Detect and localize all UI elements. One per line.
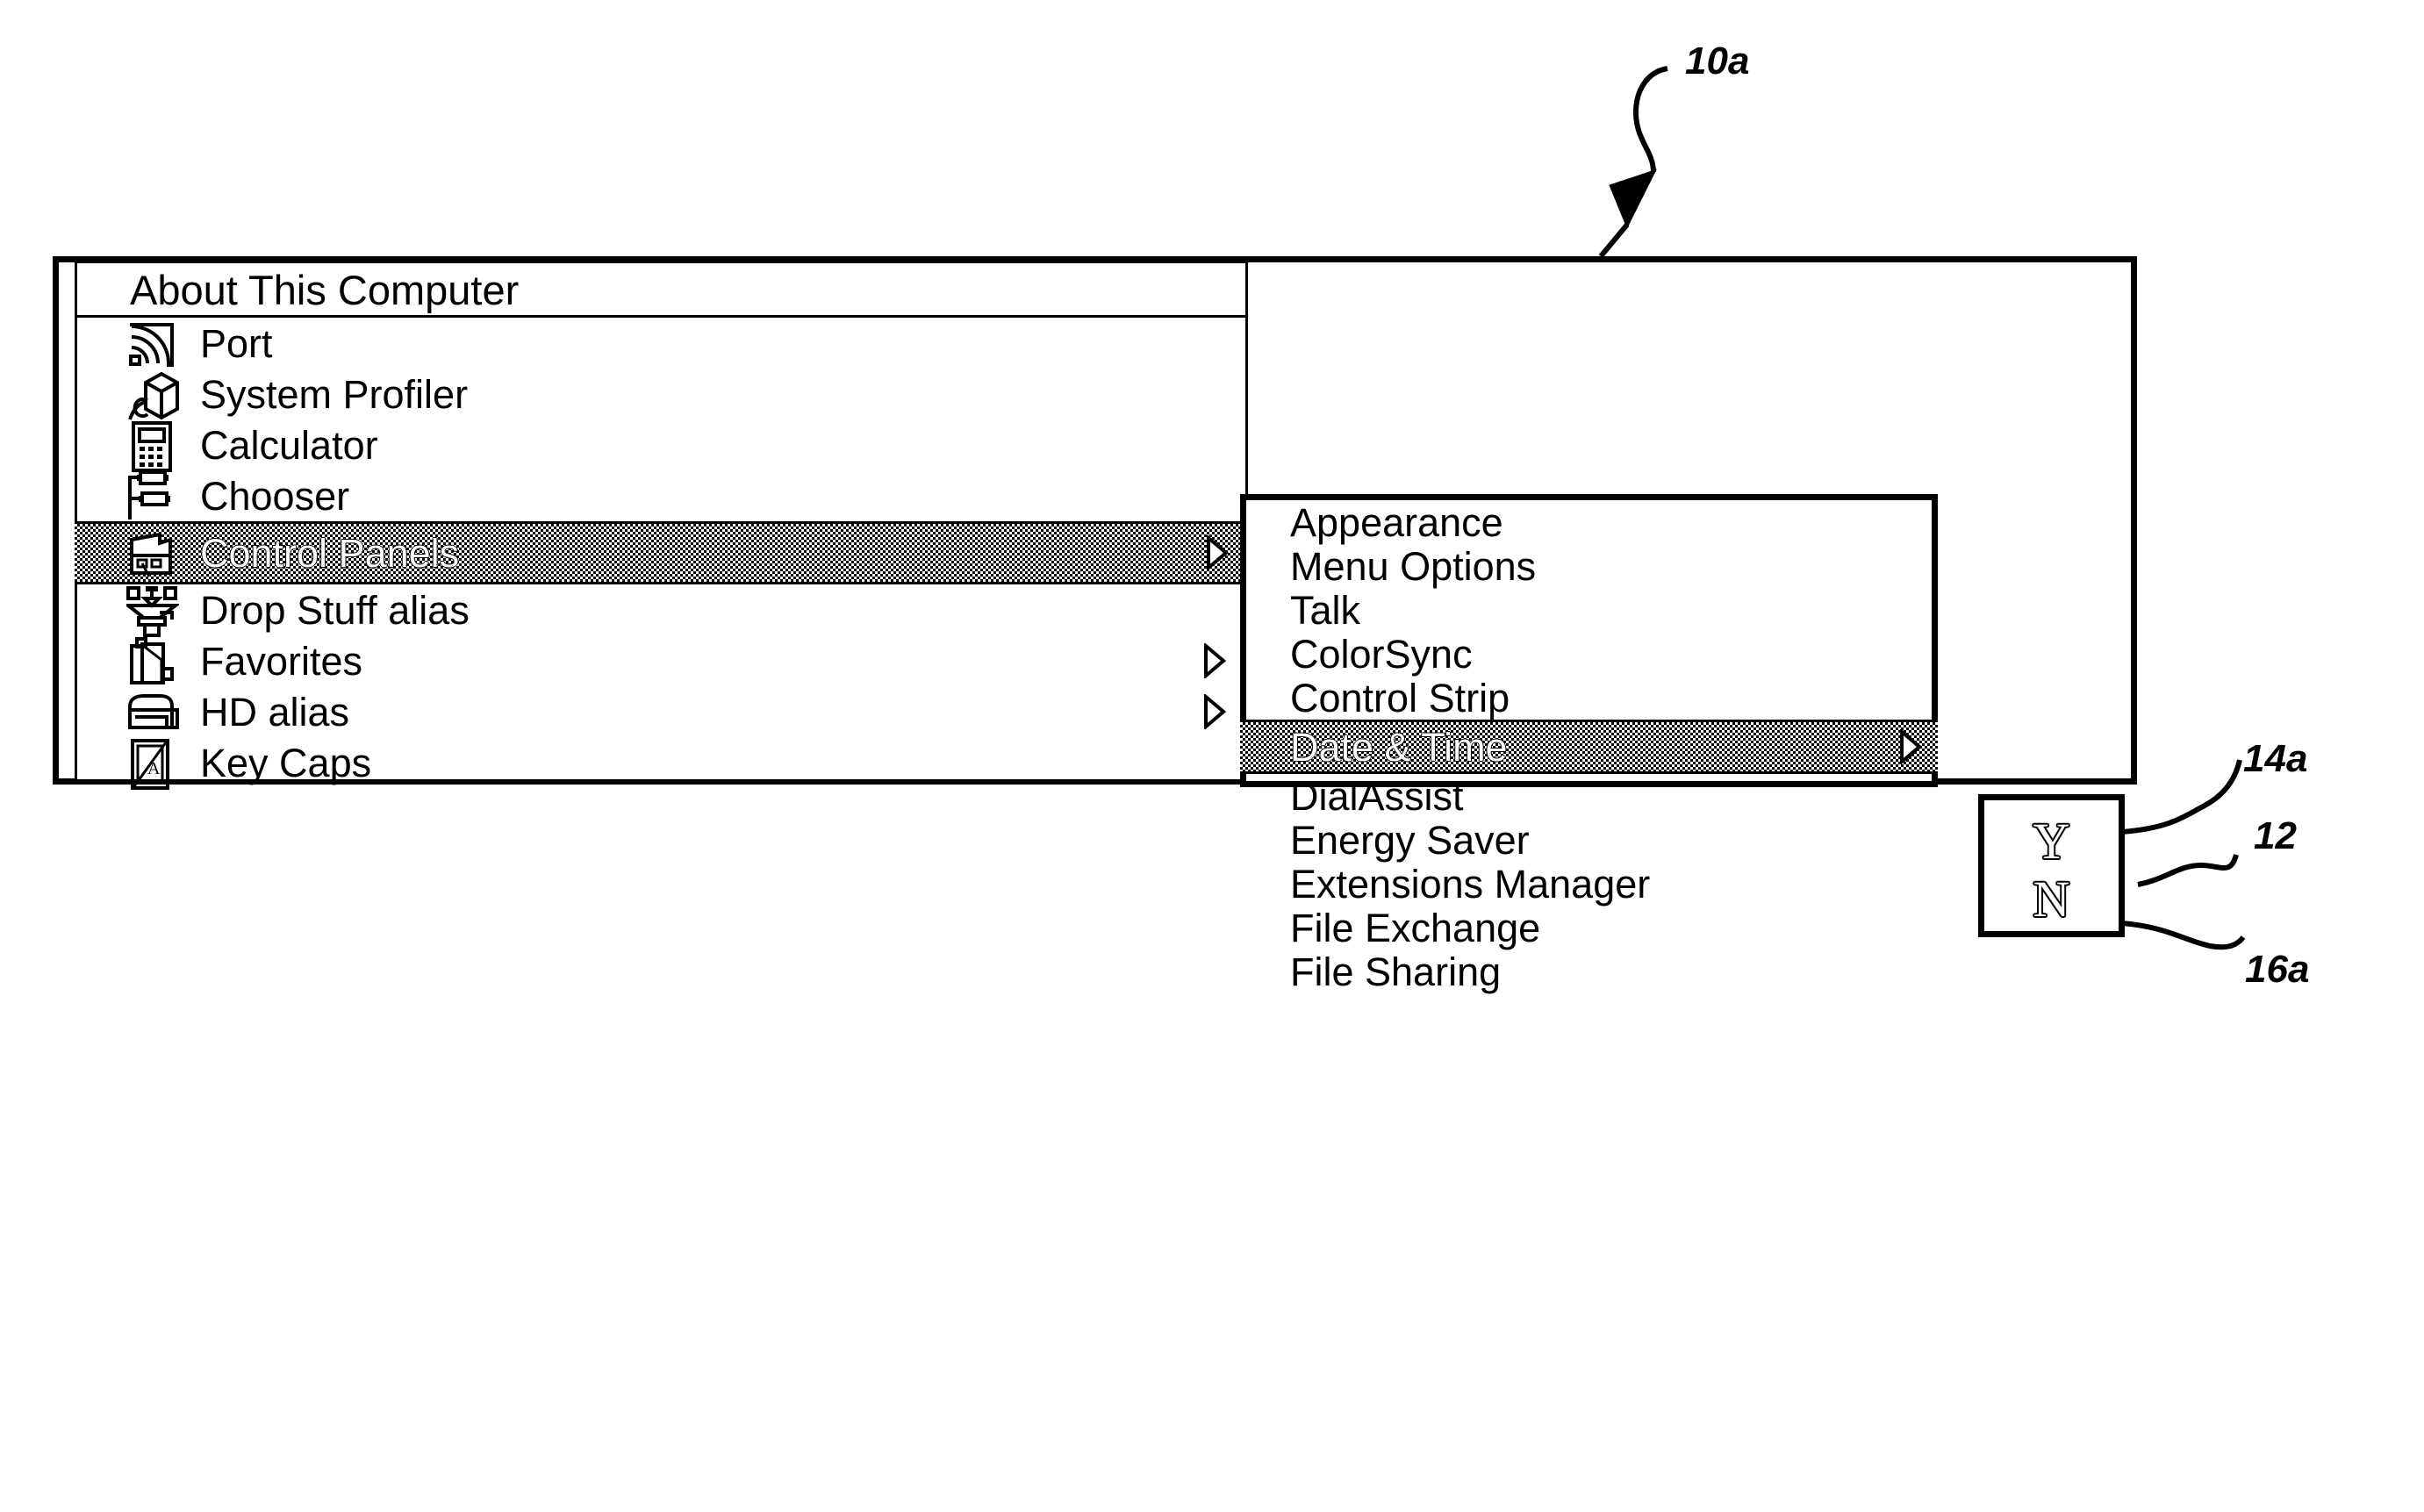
- chooser-icon: [119, 470, 200, 521]
- submenu-item-label: ColorSync: [1290, 631, 1473, 677]
- menu-item-chooser[interactable]: Chooser: [77, 470, 1245, 521]
- submenu-item-label: Talk: [1290, 587, 1361, 633]
- apple-menu-title: About This Computer: [77, 263, 1245, 318]
- menu-item-hd-alias[interactable]: HD alias: [77, 686, 1245, 737]
- menu-item-system-profiler[interactable]: System Profiler: [77, 369, 1245, 420]
- menu-item-label: Drop Stuff alias: [200, 587, 470, 633]
- menu-item-label: Control Panels: [199, 530, 460, 576]
- apple-menu-list: Port System Profiler Calculator Chooser …: [75, 318, 1248, 790]
- submenu-item-energy-saver[interactable]: Energy Saver: [1246, 818, 1932, 862]
- submenu-item-appearance[interactable]: Appearance: [1246, 500, 1932, 544]
- menu-item-label: System Profiler: [200, 371, 469, 417]
- submenu-item-label: Appearance: [1290, 499, 1503, 545]
- menu-item-drop-stuff-alias[interactable]: Drop Stuff alias: [77, 584, 1245, 637]
- favorites-icon: [119, 635, 200, 686]
- svg-text:A: A: [147, 759, 161, 778]
- port-icon: [119, 318, 200, 369]
- system-profiler-icon: [119, 369, 200, 420]
- menu-item-control-panels[interactable]: Control Panels: [75, 521, 1248, 584]
- submenu-arrow-icon: [1203, 694, 1226, 729]
- hd-alias-icon: [119, 686, 200, 737]
- menu-item-port[interactable]: Port: [77, 318, 1245, 369]
- menu-item-label: Port: [200, 320, 273, 366]
- submenu-item-label: Control Strip: [1290, 675, 1510, 720]
- menu-item-label: Calculator: [200, 422, 378, 468]
- calculator-icon: [119, 419, 200, 472]
- submenu-item-label: File Exchange: [1290, 905, 1541, 950]
- menu-item-label: Chooser: [200, 473, 350, 519]
- menu-item-key-caps[interactable]: A Key Caps: [77, 737, 1245, 790]
- yes-no-popup: Y N: [1978, 794, 2125, 937]
- submenu-item-label: Energy Saver: [1290, 817, 1530, 863]
- submenu-item-label: Extensions Manager: [1290, 861, 1651, 906]
- yes-option[interactable]: Y: [1984, 816, 2119, 867]
- menu-item-label: Key Caps: [200, 740, 372, 785]
- ref-label-12: 12: [2254, 814, 2297, 857]
- control-panels-icon: [119, 527, 200, 578]
- menu-item-label: Favorites: [200, 638, 363, 684]
- submenu-item-file-exchange[interactable]: File Exchange: [1246, 906, 1932, 949]
- menu-item-calculator[interactable]: Calculator: [77, 419, 1245, 472]
- ref-label-16a: 16a: [2245, 948, 2310, 991]
- control-panels-submenu: Appearance Menu Options Talk ColorSync C…: [1240, 494, 1938, 992]
- submenu-item-colorsync[interactable]: ColorSync: [1246, 632, 1932, 676]
- submenu-item-menu-options[interactable]: Menu Options: [1246, 544, 1932, 588]
- drop-stuff-icon: [119, 584, 200, 637]
- menu-item-favorites[interactable]: Favorites: [77, 635, 1245, 686]
- submenu-arrow-icon: [1899, 729, 1922, 764]
- submenu-item-label: Date & Time: [1290, 724, 1508, 770]
- ref-label-10a: 10a: [1685, 39, 1750, 82]
- submenu-item-control-strip[interactable]: Control Strip: [1246, 676, 1932, 720]
- submenu-item-file-sharing[interactable]: File Sharing: [1246, 949, 1932, 993]
- submenu-item-label: File Sharing: [1290, 949, 1502, 994]
- apple-menu: About This Computer Port System Profiler…: [75, 261, 1248, 790]
- submenu-item-label: Menu Options: [1290, 543, 1537, 589]
- control-panels-list: Appearance Menu Options Talk ColorSync C…: [1240, 500, 1938, 993]
- key-caps-icon: A: [119, 737, 200, 790]
- submenu-item-dialassist[interactable]: DialAssist: [1246, 774, 1932, 818]
- submenu-arrow-icon: [1206, 535, 1229, 570]
- submenu-item-label: DialAssist: [1290, 773, 1464, 819]
- submenu-arrow-icon: [1203, 643, 1226, 678]
- submenu-item-extensions-manager[interactable]: Extensions Manager: [1246, 862, 1932, 906]
- ref-label-14a: 14a: [2243, 737, 2308, 780]
- submenu-item-date-and-time[interactable]: Date & Time: [1240, 720, 1938, 774]
- menu-item-label: HD alias: [200, 689, 350, 735]
- no-option[interactable]: N: [1984, 874, 2119, 925]
- submenu-item-talk[interactable]: Talk: [1246, 588, 1932, 632]
